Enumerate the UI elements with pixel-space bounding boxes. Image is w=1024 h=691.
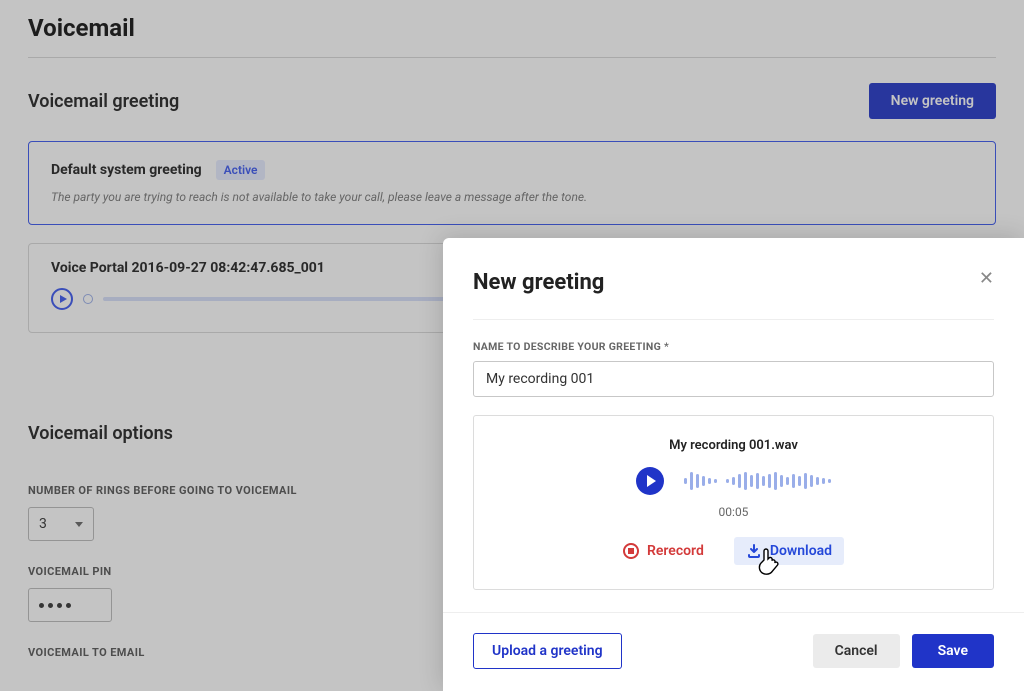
save-button[interactable]: Save xyxy=(912,634,994,668)
greeting-name-input[interactable] xyxy=(473,361,994,397)
new-greeting-modal: New greeting ✕ NAME TO DESCRIBE YOUR GRE… xyxy=(443,238,1024,691)
close-icon[interactable]: ✕ xyxy=(979,270,994,288)
recording-preview-card: My recording 001.wav 00:05 Rerecord xyxy=(473,415,994,590)
recording-duration: 00:05 xyxy=(494,505,973,519)
download-icon xyxy=(746,543,762,559)
greeting-name-label: NAME TO DESCRIBE YOUR GREETING * xyxy=(473,340,994,353)
modal-title: New greeting xyxy=(473,270,604,295)
upload-greeting-button[interactable]: Upload a greeting xyxy=(473,633,622,669)
divider xyxy=(473,319,994,320)
play-icon xyxy=(647,475,656,487)
download-label: Download xyxy=(770,543,832,559)
play-recording-button[interactable] xyxy=(636,467,664,495)
rerecord-label: Rerecord xyxy=(647,543,704,559)
waveform-icon xyxy=(684,472,831,490)
recording-filename: My recording 001.wav xyxy=(494,438,973,453)
cancel-button[interactable]: Cancel xyxy=(813,634,900,668)
record-icon xyxy=(623,543,639,559)
download-button[interactable]: Download xyxy=(734,537,844,565)
rerecord-button[interactable]: Rerecord xyxy=(623,543,704,559)
